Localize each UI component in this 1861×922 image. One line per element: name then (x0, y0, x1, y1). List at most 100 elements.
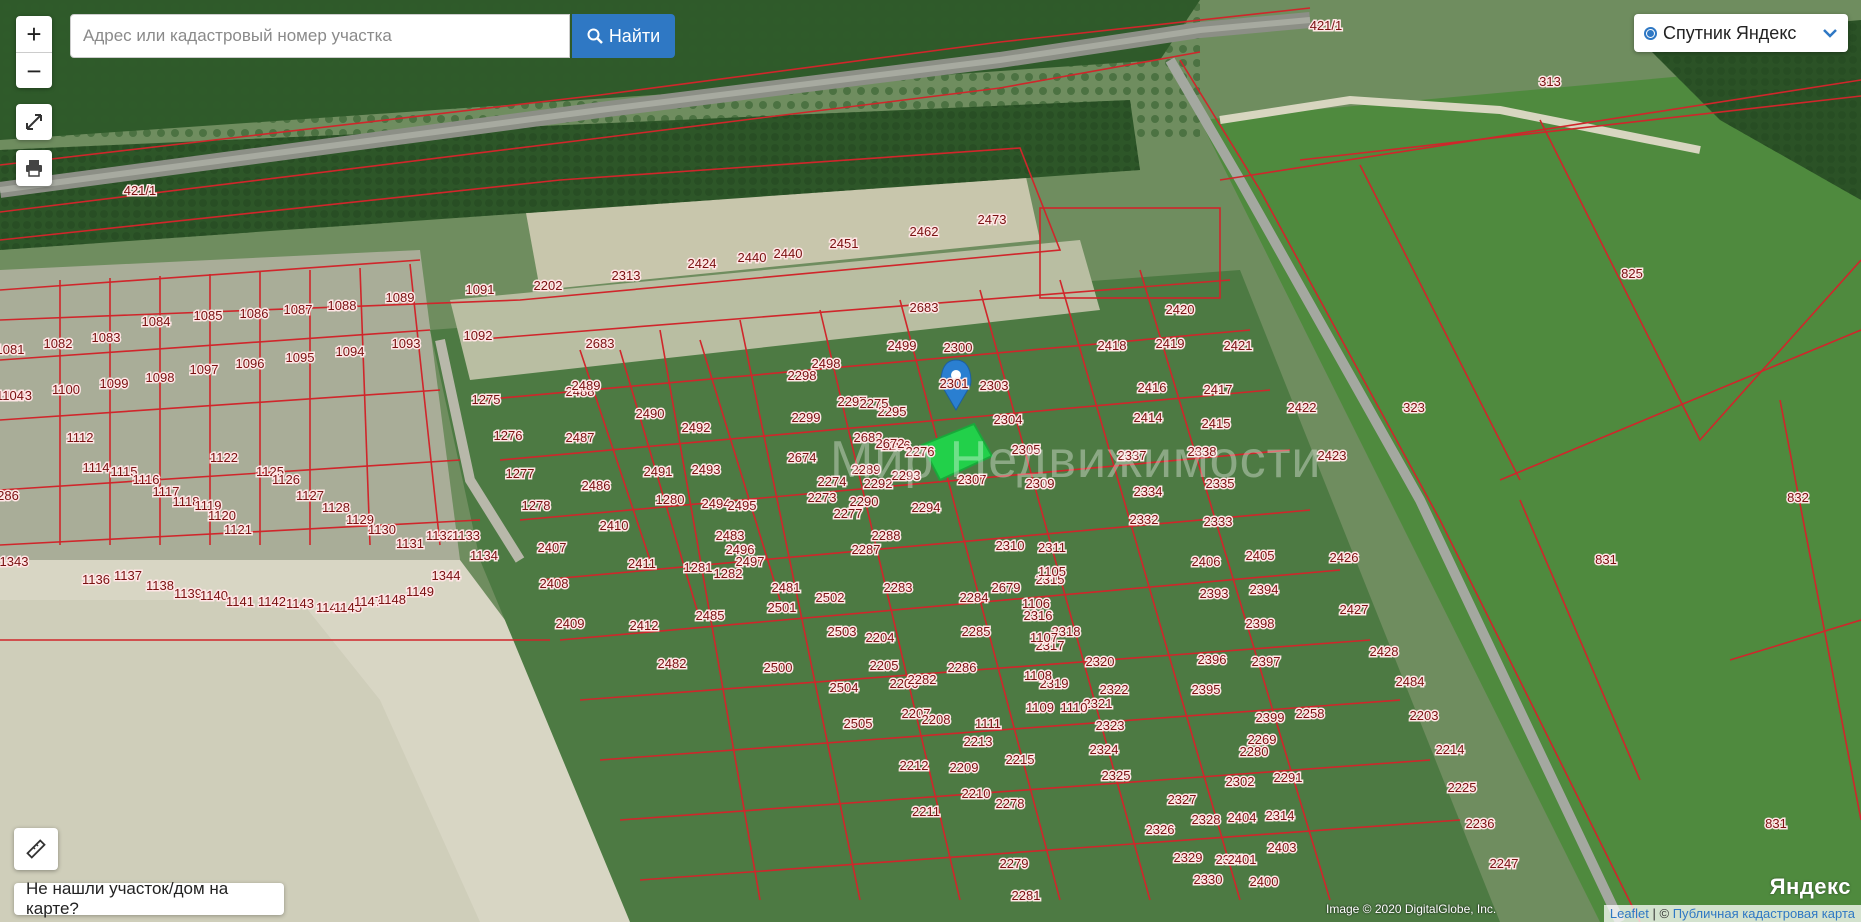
search-button[interactable]: Найти (572, 14, 675, 58)
parcel-label: 2420 (1166, 302, 1195, 317)
parcel-label: 2333 (1204, 514, 1233, 529)
parcel-label: 2279 (1000, 856, 1029, 871)
radio-selected-icon (1644, 26, 1657, 40)
not-found-button[interactable]: Не нашли участок/дом на карте? (14, 879, 284, 918)
parcel-label: 2314 (1266, 808, 1295, 823)
parcel-label: 1282 (714, 566, 743, 581)
parcel-label: 2278 (996, 796, 1025, 811)
parcel-label: 1108 (1024, 668, 1052, 683)
parcel-label: 832 (1787, 490, 1809, 505)
parcel-label: 2332 (1130, 512, 1159, 527)
fullscreen-button[interactable] (16, 104, 52, 140)
parcel-label: 2422 (1288, 400, 1317, 415)
parcel-label: 323 (1403, 400, 1425, 415)
cadastral-map-link[interactable]: Публичная кадастровая карта (1673, 906, 1855, 921)
attribution-separator: | © (1648, 906, 1673, 921)
parcel-label: 2205 (870, 658, 899, 673)
print-button[interactable] (16, 150, 52, 186)
parcel-label: 2403 (1268, 840, 1297, 855)
search-input[interactable] (70, 14, 570, 58)
parcel-label: 2462 (910, 224, 939, 239)
parcel-label: 1126 (272, 472, 300, 487)
parcel-label: 2236 (1466, 816, 1495, 831)
parcel-label: 1344 (432, 568, 461, 583)
parcel-label: 1114 (83, 460, 110, 475)
parcel-label: 1132 (426, 528, 454, 543)
parcel-label: 2325 (1102, 768, 1131, 783)
parcel-label: 1107 (1030, 630, 1058, 645)
parcel-label: 2407 (538, 540, 567, 555)
parcel-label: 2311 (1038, 540, 1066, 555)
parcel-label: 2324 (1090, 742, 1119, 757)
parcel-label: 1104 (0, 388, 24, 403)
yandex-logo: Яндекс (1769, 874, 1851, 899)
watermark: Мир Недвижимости (830, 431, 1322, 489)
parcel-label: 2211 (912, 804, 940, 819)
parcel-label: 1148 (378, 592, 406, 607)
parcel-label: 2679 (992, 580, 1021, 595)
parcel-label: 2396 (1198, 652, 1227, 667)
parcel-label: 2288 (872, 528, 901, 543)
parcel-label: 2487 (566, 430, 595, 445)
zoom-in-button[interactable]: + (16, 16, 52, 53)
parcel-label: 2327 (1168, 792, 1197, 807)
parcel-label: 1110 (1061, 700, 1088, 715)
map-attribution: Leaflet | © Публичная кадастровая карта (1603, 905, 1861, 922)
parcel-label: 2215 (1006, 752, 1035, 767)
parcel-label: 1084 (142, 314, 171, 329)
search-button-label: Найти (608, 25, 661, 46)
parcel-label: 2321 (1084, 696, 1113, 711)
parcel-label: 1100 (52, 382, 80, 397)
parcel-label: 1111 (975, 716, 1001, 731)
chevron-down-icon (1823, 29, 1837, 38)
print-icon (26, 160, 42, 177)
parcel-label: 1097 (190, 362, 219, 377)
measure-button[interactable] (14, 828, 58, 870)
parcel-label: 2225 (1448, 780, 1477, 795)
parcel-label: 1134 (470, 548, 498, 563)
parcel-label: 2504 (830, 680, 859, 695)
parcel-label: 1143 (286, 596, 314, 611)
parcel-label: 1142 (258, 594, 286, 609)
parcel-label: 2410 (600, 518, 629, 533)
parcel-label: 2505 (844, 716, 873, 731)
parcel-label: 2287 (852, 542, 881, 557)
parcel-label: 2275 (860, 396, 889, 411)
parcel-label: 2202 (534, 278, 563, 293)
parcel-label: 1276 (494, 428, 523, 443)
parcel-label: 1149 (406, 584, 434, 599)
parcel-label: 2428 (1370, 644, 1399, 659)
parcel-label: 2483 (716, 528, 745, 543)
parcel-label: 1083 (92, 330, 121, 345)
parcel-label: 2405 (1246, 548, 1275, 563)
parcel-label: 2213 (964, 734, 993, 749)
parcel-label: 1089 (386, 290, 415, 305)
parcel-label: 2329 (1174, 850, 1203, 865)
leaflet-link[interactable]: Leaflet (1610, 906, 1649, 921)
layer-selector[interactable]: Спутник Яндекс (1634, 14, 1848, 52)
parcel-label: 2258 (1296, 706, 1325, 721)
search-icon (587, 28, 603, 44)
parcel-label: 2501 (768, 600, 797, 615)
parcel-label: 2301 (940, 376, 969, 391)
zoom-out-button[interactable]: − (16, 53, 52, 89)
parcel-label: 1122 (210, 450, 238, 465)
parcel-label: 2273 (808, 490, 837, 505)
parcel-label: 1131 (396, 536, 424, 551)
parcel-label: 2492 (682, 420, 711, 435)
parcel-label: 2247 (1490, 856, 1519, 871)
ruler-icon (26, 839, 46, 859)
parcel-label: 2302 (1226, 774, 1255, 789)
parcel-label: 2408 (540, 576, 569, 591)
parcel-label: 1086 (240, 306, 269, 321)
parcel-label: 2214 (1436, 742, 1465, 757)
parcel-label: 1343 (0, 554, 28, 569)
parcel-label: 1137 (114, 568, 142, 583)
parcel-label: 2502 (816, 590, 845, 605)
parcel-label: 2401 (1228, 852, 1257, 867)
parcel-label: 2323 (1096, 718, 1125, 733)
parcel-label: 1105 (1038, 564, 1066, 579)
parcel-label: 2208 (922, 712, 951, 727)
parcel-label: 2286 (948, 660, 977, 675)
parcel-label: 1280 (656, 492, 685, 507)
